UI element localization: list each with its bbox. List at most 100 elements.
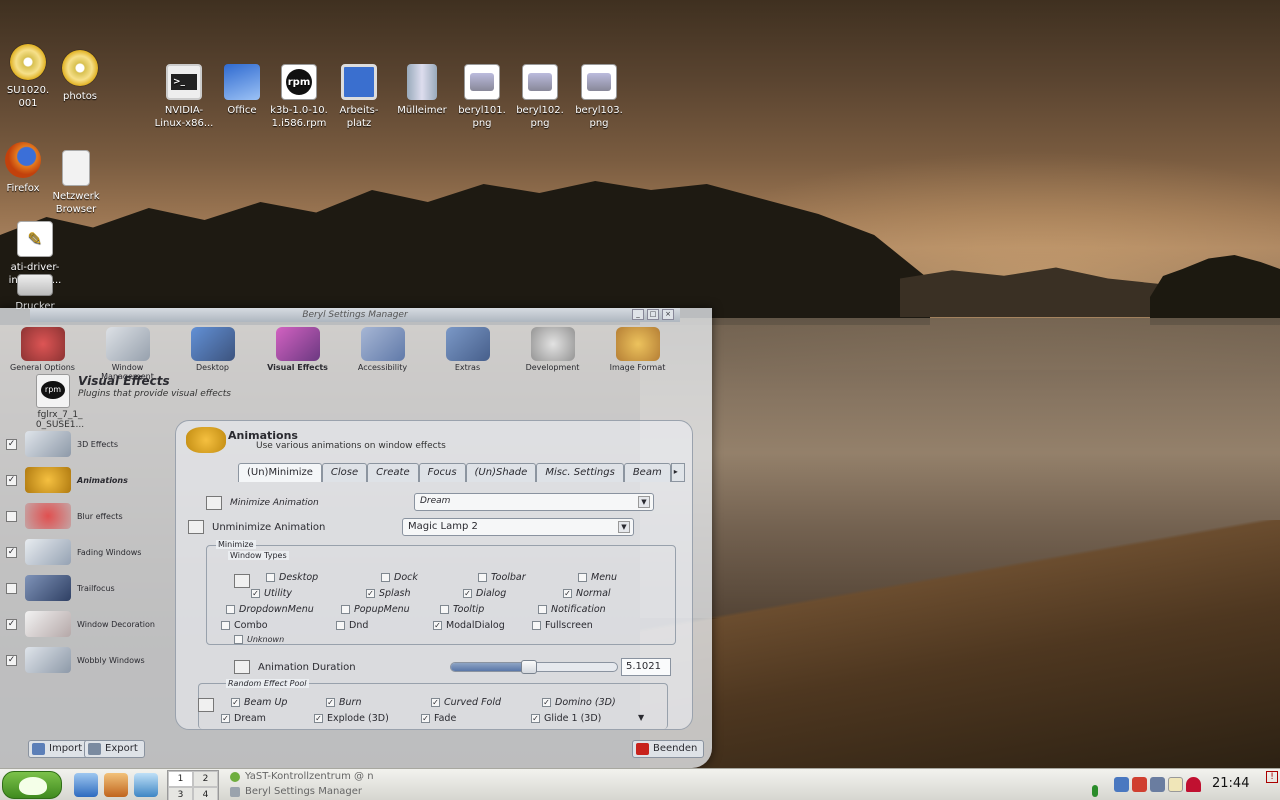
checkbox-curved-fold[interactable]: ✓ Curved Fold [431, 697, 501, 708]
import-button[interactable]: Import [28, 740, 90, 758]
pager-desktop-2[interactable]: 2 [193, 771, 218, 787]
checkbox-menu[interactable]: Menu [578, 572, 617, 583]
pager-desktop-4[interactable]: 4 [193, 787, 218, 800]
plugin-checkbox[interactable] [6, 582, 17, 594]
category-accessibility[interactable]: Accessibility [340, 323, 425, 381]
checkbox-fullscreen[interactable]: Fullscreen [532, 620, 593, 631]
slider-thumb[interactable] [521, 660, 538, 674]
plugin-animations[interactable]: ✓ Animations [0, 464, 175, 496]
checkbox-desktop[interactable]: Desktop [266, 572, 318, 583]
tab-unshade[interactable]: (Un)Shade [465, 463, 537, 482]
category-visual-effects[interactable]: Visual Effects [255, 323, 340, 381]
plugin-checkbox[interactable]: ✓ [6, 546, 17, 558]
pager-desktop-3[interactable]: 3 [168, 787, 193, 800]
plugin-checkbox[interactable]: ✓ [6, 654, 17, 666]
quit-button[interactable]: Beenden [632, 740, 705, 758]
checkbox-utility[interactable]: ✓ Utility [251, 588, 292, 599]
pager-desktop-1[interactable]: 1 [168, 771, 193, 787]
tab-misc-settings[interactable]: Misc. Settings [536, 463, 624, 482]
category-window-management[interactable]: Window Management [85, 323, 170, 381]
checkbox-beam-up[interactable]: ✓ Beam Up [231, 697, 287, 708]
visual-effects-icon [275, 327, 320, 361]
desktop-icon-photos[interactable]: photos [45, 50, 115, 103]
maximize-button[interactable]: □ [647, 309, 659, 320]
desktop-icon-arbeitsplatz[interactable]: Arbeits- platz [324, 64, 394, 130]
checkbox-dialog[interactable]: ✓ Dialog [463, 588, 506, 599]
plugin-window-decoration[interactable]: ✓ Window Decoration [0, 608, 175, 640]
launcher-browser-icon[interactable] [74, 773, 98, 797]
desktop-icon-beryl103[interactable]: beryl103. png [564, 64, 634, 130]
plugin-blur-effects[interactable]: Blur effects [0, 500, 175, 532]
clock[interactable]: 21:44 [1212, 776, 1249, 791]
accessibility-icon [360, 327, 405, 361]
checkbox-explode-3d[interactable]: ✓ Explode (3D) [314, 713, 389, 724]
plugin-3d-effects[interactable]: ✓ 3D Effects [0, 428, 175, 460]
reset-icon[interactable] [206, 496, 222, 510]
plugin-wobbly-windows[interactable]: ✓ Wobbly Windows [0, 644, 175, 676]
plugin-fading-windows[interactable]: ✓ Fading Windows [0, 536, 175, 568]
checkbox-toolbar[interactable]: Toolbar [478, 572, 526, 583]
volume-icon[interactable] [1114, 777, 1129, 792]
tab-scroll-right-button[interactable]: ▸ [670, 463, 685, 482]
category-extras[interactable]: Extras [425, 323, 510, 381]
category-image-format[interactable]: Image Format [595, 323, 680, 381]
plugin-checkbox[interactable]: ✓ [6, 438, 17, 450]
checkbox-dnd[interactable]: Dnd [336, 620, 368, 631]
export-button[interactable]: Export [84, 740, 145, 758]
scroll-down-icon[interactable]: ▼ [638, 713, 644, 722]
beryl-manager-icon[interactable] [1186, 777, 1201, 792]
animation-duration-spinbox[interactable]: 5.1021 [621, 658, 671, 676]
window-titlebar[interactable]: Beryl Settings Manager [30, 308, 680, 322]
checkbox-dropdownmenu[interactable]: DropdownMenu [226, 604, 314, 615]
category-general-options[interactable]: General Options [0, 323, 85, 381]
network-tray-icon[interactable] [1150, 777, 1165, 792]
desktop-icon-fglrx[interactable]: fglrx_7_1_ 0_SUSE1... [30, 410, 90, 430]
launcher-home-icon[interactable] [104, 773, 128, 797]
updater-icon[interactable] [1132, 777, 1147, 792]
checkbox-unknown[interactable]: Unknown [234, 635, 284, 644]
clipboard-icon[interactable] [1168, 777, 1183, 792]
desktop-icon-printer[interactable]: Drucker [0, 262, 70, 313]
plugin-checkbox[interactable] [6, 510, 17, 522]
tab-beam[interactable]: Beam [623, 463, 671, 482]
plugin-trailfocus[interactable]: Trailfocus [0, 572, 175, 604]
tab-close[interactable]: Close [321, 463, 368, 482]
checkbox-tooltip[interactable]: Tooltip [440, 604, 484, 615]
checkbox-burn[interactable]: ✓ Burn [326, 697, 361, 708]
logout-icon[interactable]: ! [1266, 771, 1278, 783]
tab-unminimize[interactable]: (Un)Minimize [238, 463, 322, 482]
desktop-icon-network[interactable]: Netzwerk Browser [41, 150, 111, 216]
checkbox-dock[interactable]: Dock [381, 572, 418, 583]
plugin-checkbox[interactable]: ✓ [6, 474, 17, 486]
checkbox-splash[interactable]: ✓ Splash [366, 588, 411, 599]
animation-duration-slider[interactable] [450, 660, 618, 674]
tab-create[interactable]: Create [367, 463, 419, 482]
minimize-animation-select[interactable]: Dream ▼ [414, 493, 654, 511]
reset-icon[interactable] [234, 574, 250, 588]
category-desktop[interactable]: Desktop [170, 323, 255, 381]
checkbox-combo[interactable]: Combo [221, 620, 268, 631]
checkbox-modaldialog[interactable]: ✓ ModalDialog [433, 620, 505, 631]
reset-icon[interactable] [234, 660, 250, 674]
reset-icon[interactable] [198, 698, 214, 712]
checkbox-fade[interactable]: ✓ Fade [421, 713, 456, 724]
unminimize-animation-row: Unminimize Animation [188, 517, 325, 537]
start-menu-button[interactable] [2, 771, 62, 799]
checkbox-domino-3d[interactable]: ✓ Domino (3D) [542, 697, 616, 708]
checkbox-glide-1-3d[interactable]: ✓ Glide 1 (3D) [531, 713, 601, 724]
checkbox-dream[interactable]: ✓ Dream [221, 713, 266, 724]
checkbox-notification[interactable]: Notification [538, 604, 606, 615]
tab-focus[interactable]: Focus [418, 463, 466, 482]
plugin-checkbox[interactable]: ✓ [6, 618, 17, 630]
task-beryl-settings[interactable]: Beryl Settings Manager [230, 786, 362, 797]
task-yast[interactable]: YaST-Kontrollzentrum @ n [230, 771, 374, 782]
launcher-konqueror-icon[interactable] [134, 773, 158, 797]
unminimize-animation-select[interactable]: Magic Lamp 2 ▼ [402, 518, 634, 536]
checkbox-popupmenu[interactable]: PopupMenu [341, 604, 410, 615]
close-window-button[interactable]: × [662, 309, 674, 320]
reset-icon[interactable] [188, 520, 204, 534]
minimize-button[interactable]: _ [632, 309, 644, 320]
category-development[interactable]: Development [510, 323, 595, 381]
checkbox-normal[interactable]: ✓ Normal [563, 588, 611, 599]
minimize-group-label: Minimize [216, 540, 256, 549]
